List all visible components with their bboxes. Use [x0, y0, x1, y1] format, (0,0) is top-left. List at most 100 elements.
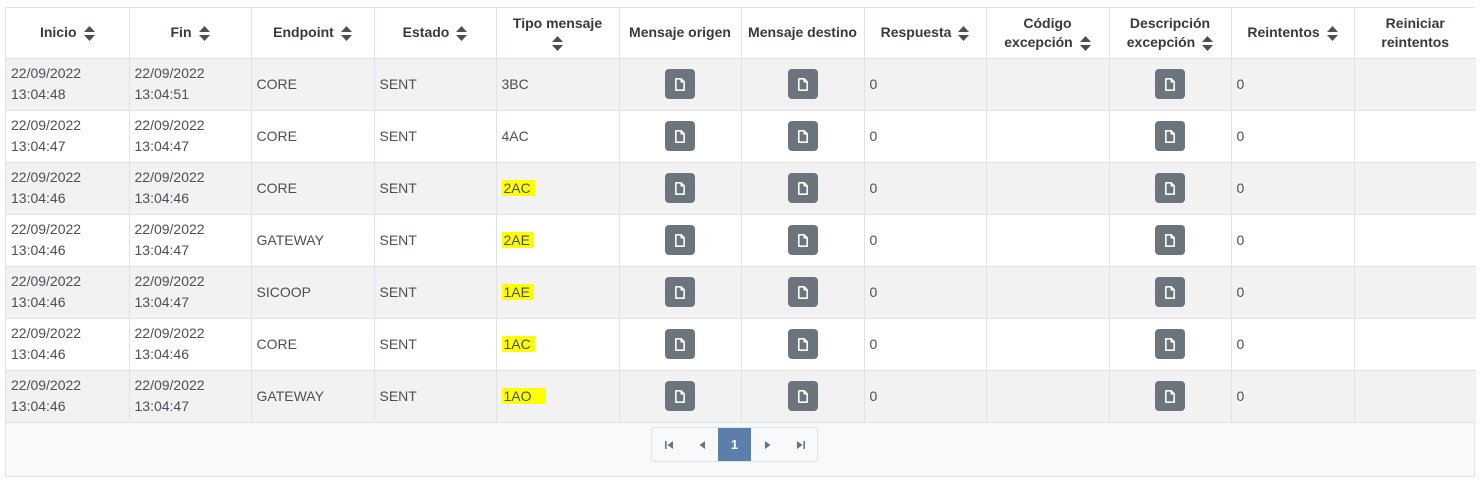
cell-estado: SENT — [374, 266, 497, 319]
view-exception-description-button[interactable] — [1155, 69, 1185, 99]
view-origin-message-button[interactable] — [665, 121, 695, 151]
sort-icon[interactable] — [1079, 35, 1091, 51]
cell-inicio: 22/09/2022 13:04:47 — [6, 110, 130, 163]
file-icon — [797, 285, 808, 299]
sort-icon[interactable] — [1326, 26, 1338, 42]
cell-mensaje-origen — [619, 370, 742, 423]
sort-icon[interactable] — [340, 26, 352, 42]
file-icon — [675, 129, 685, 143]
view-exception-description-button[interactable] — [1155, 173, 1185, 203]
view-origin-message-button[interactable] — [665, 173, 695, 203]
col-endpoint-header[interactable]: Endpoint — [251, 8, 375, 59]
col-fin-header[interactable]: Fin — [129, 8, 252, 59]
cell-inicio: 22/09/2022 13:04:46 — [6, 162, 130, 215]
view-exception-description-button[interactable] — [1155, 277, 1185, 307]
col-descripcion-excepcion-header[interactable]: Descripción excepción — [1109, 8, 1232, 59]
cell-codigo-excepcion — [986, 318, 1110, 371]
file-icon — [1165, 129, 1175, 143]
col-inicio-header[interactable]: Inicio — [6, 8, 130, 59]
page-button-current[interactable]: 1 — [718, 428, 751, 461]
cell-descripcion-excepcion — [1109, 110, 1232, 163]
sort-icon[interactable] — [958, 26, 970, 42]
sort-icon[interactable] — [456, 26, 468, 42]
cell-fin: 22/09/2022 13:04:47 — [129, 370, 252, 423]
tipo-mensaje-highlighted: 1AC — [501, 335, 535, 352]
cell-descripcion-excepcion — [1109, 370, 1232, 423]
col-descripcion-excepcion-label-1: Descripción — [1129, 14, 1211, 31]
cell-reintentos: 0 — [1231, 110, 1355, 163]
col-tipo-mensaje-header[interactable]: Tipo mensaje — [496, 8, 620, 59]
cell-reiniciar-reintentos — [1354, 370, 1476, 423]
view-origin-message-button[interactable] — [665, 329, 695, 359]
inicio-date: 22/09/2022 — [11, 325, 82, 341]
cell-inicio: 22/09/2022 13:04:46 — [6, 266, 130, 319]
view-destination-message-button[interactable] — [787, 329, 818, 359]
inicio-date: 22/09/2022 — [11, 117, 82, 133]
sort-icon[interactable] — [552, 35, 563, 51]
cell-fin: 22/09/2022 13:04:47 — [129, 214, 252, 267]
next-page-button[interactable] — [751, 428, 784, 461]
table-row: 22/09/2022 13:04:46 22/09/2022 13:04:46 CO… — [6, 318, 1476, 371]
cell-inicio: 22/09/2022 13:04:48 — [6, 58, 130, 111]
view-origin-message-button[interactable] — [665, 381, 695, 411]
cell-descripcion-excepcion — [1109, 318, 1232, 371]
inicio-date: 22/09/2022 — [11, 169, 82, 185]
col-reintentos-header[interactable]: Reintentos — [1231, 8, 1355, 59]
col-tipo-mensaje-label: Tipo mensaje — [512, 14, 603, 31]
previous-page-button[interactable] — [685, 428, 718, 461]
cell-mensaje-origen — [619, 110, 742, 163]
cell-mensaje-destino — [741, 162, 865, 215]
view-origin-message-button[interactable] — [665, 277, 695, 307]
file-icon — [797, 233, 808, 247]
file-icon — [1165, 77, 1175, 91]
fin-date: 22/09/2022 — [134, 65, 205, 81]
cell-estado: SENT — [374, 58, 497, 111]
col-codigo-excepcion-header[interactable]: Código excepción — [986, 8, 1110, 59]
first-page-button[interactable] — [652, 428, 685, 461]
view-exception-description-button[interactable] — [1155, 381, 1185, 411]
inicio-time: 13:04:46 — [11, 346, 66, 362]
file-icon — [797, 77, 808, 91]
cell-fin: 22/09/2022 13:04:47 — [129, 266, 252, 319]
file-icon — [675, 233, 685, 247]
sort-icon[interactable] — [83, 26, 95, 42]
sort-icon[interactable] — [1202, 35, 1214, 51]
view-destination-message-button[interactable] — [787, 225, 818, 255]
file-icon — [797, 181, 808, 195]
fin-date: 22/09/2022 — [134, 325, 205, 341]
file-icon — [675, 389, 685, 403]
view-destination-message-button[interactable] — [787, 69, 818, 99]
tipo-mensaje-highlighted: 1AE — [501, 283, 534, 300]
cell-endpoint: CORE — [251, 58, 375, 111]
view-origin-message-button[interactable] — [665, 225, 695, 255]
cell-estado: SENT — [374, 110, 497, 163]
col-endpoint-label: Endpoint — [273, 24, 334, 41]
cell-reintentos: 0 — [1231, 162, 1355, 215]
view-exception-description-button[interactable] — [1155, 225, 1185, 255]
col-reiniciar-reintentos-header: Reiniciar reintentos — [1354, 8, 1476, 59]
fin-time: 13:04:51 — [134, 86, 190, 102]
fin-time: 13:04:46 — [134, 346, 190, 362]
col-estado-header[interactable]: Estado — [374, 8, 497, 59]
view-exception-description-button[interactable] — [1155, 121, 1185, 151]
table-row: 22/09/2022 13:04:46 22/09/2022 13:04:47 GA… — [6, 370, 1476, 423]
view-exception-description-button[interactable] — [1155, 329, 1185, 359]
cell-reiniciar-reintentos — [1354, 318, 1476, 371]
view-destination-message-button[interactable] — [787, 381, 818, 411]
cell-respuesta: 0 — [864, 370, 987, 423]
view-destination-message-button[interactable] — [787, 121, 818, 151]
view-origin-message-button[interactable] — [665, 69, 695, 99]
last-page-button[interactable] — [784, 428, 817, 461]
sort-icon[interactable] — [198, 26, 210, 42]
view-destination-message-button[interactable] — [787, 173, 818, 203]
cell-mensaje-origen — [619, 162, 742, 215]
cell-mensaje-origen — [619, 318, 742, 371]
cell-respuesta: 0 — [864, 318, 987, 371]
inicio-date: 22/09/2022 — [11, 377, 82, 393]
view-destination-message-button[interactable] — [787, 277, 818, 307]
col-codigo-excepcion-label-1: Código — [1023, 14, 1072, 31]
col-reintentos-label: Reintentos — [1247, 24, 1320, 41]
cell-endpoint: CORE — [251, 162, 375, 215]
col-respuesta-header[interactable]: Respuesta — [864, 8, 987, 59]
col-reiniciar-label-1: Reiniciar — [1385, 14, 1445, 31]
